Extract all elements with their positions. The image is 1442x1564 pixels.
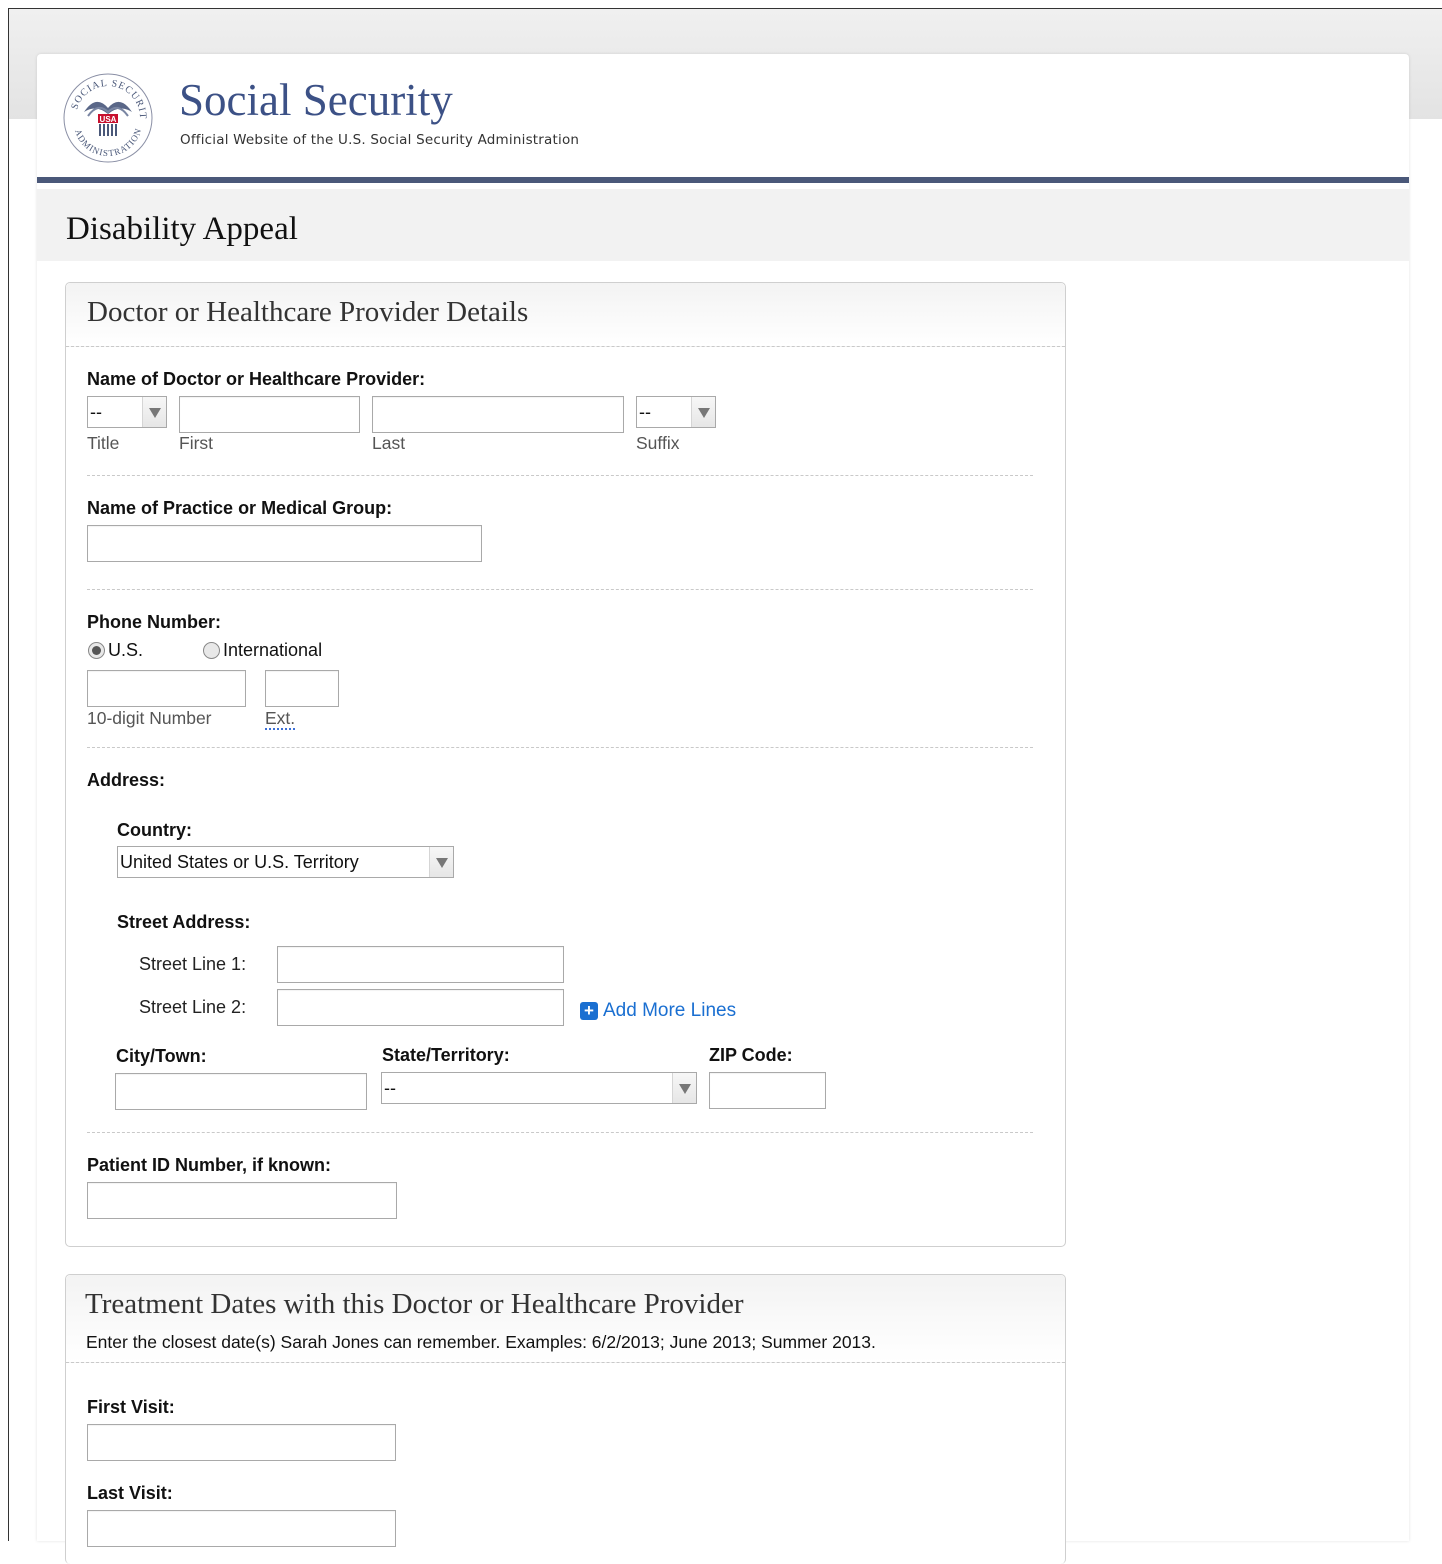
plus-icon: + — [580, 1002, 598, 1020]
phone-number-hint: 10-digit Number — [87, 708, 212, 728]
title-select-value: -- — [90, 402, 102, 422]
suffix-select[interactable]: -- — [636, 396, 716, 428]
street-line-2-label: Street Line 2: — [139, 997, 247, 1017]
zip-label: ZIP Code: — [709, 1045, 793, 1065]
provider-details-panel: Doctor or Healthcare Provider Details Na… — [65, 282, 1066, 1247]
state-select-value: -- — [384, 1078, 396, 1098]
phone-international-radio[interactable] — [203, 642, 220, 659]
first-name-input[interactable] — [179, 396, 360, 433]
street-address-label: Street Address: — [117, 912, 251, 932]
first-visit-input[interactable] — [87, 1424, 396, 1461]
phone-number-input[interactable] — [87, 670, 246, 707]
suffix-sublabel: Suffix — [636, 433, 680, 453]
site-header: SOCIAL SECURITY ADMINISTRATION USA Socia… — [37, 54, 1409, 183]
treatment-dates-panel: Treatment Dates with this Doctor or Heal… — [65, 1274, 1066, 1564]
practice-label: Name of Practice or Medical Group: — [87, 498, 393, 518]
phone-us-radio[interactable] — [88, 642, 105, 659]
page-container: SOCIAL SECURITY ADMINISTRATION USA Socia… — [37, 54, 1409, 1564]
site-subtitle: Official Website of the U.S. Social Secu… — [180, 132, 580, 148]
practice-input[interactable] — [87, 525, 482, 562]
page-title-bar: Disability Appeal — [37, 189, 1409, 261]
page-title: Disability Appeal — [66, 211, 298, 247]
phone-international-radio-label[interactable]: International — [223, 640, 322, 661]
last-visit-input[interactable] — [87, 1510, 396, 1547]
provider-details-header: Doctor or Healthcare Provider Details — [66, 283, 1065, 347]
chevron-down-icon — [691, 397, 715, 427]
provider-name-label: Name of Doctor or Healthcare Provider: — [87, 369, 426, 389]
city-input[interactable] — [115, 1073, 367, 1110]
street-line-2-input[interactable] — [277, 989, 564, 1026]
phone-ext-hint: Ext. — [265, 708, 296, 730]
last-visit-label: Last Visit: — [87, 1483, 173, 1503]
provider-details-title: Doctor or Healthcare Provider Details — [87, 296, 529, 328]
street-line-1-input[interactable] — [277, 946, 564, 983]
svg-text:USA: USA — [100, 115, 117, 124]
patient-id-label: Patient ID Number, if known: — [87, 1155, 332, 1175]
section-divider — [87, 475, 1033, 476]
treatment-dates-title: Treatment Dates with this Doctor or Heal… — [85, 1288, 744, 1320]
country-select-value: United States or U.S. Territory — [120, 852, 359, 872]
title-select[interactable]: -- — [87, 396, 167, 428]
chevron-down-icon — [142, 397, 166, 427]
add-more-lines-label: Add More Lines — [603, 1000, 737, 1021]
zip-input[interactable] — [709, 1072, 826, 1109]
country-label: Country: — [117, 820, 192, 840]
address-label: Address: — [87, 770, 166, 790]
title-sublabel: Title — [87, 433, 120, 453]
treatment-dates-description: Enter the closest date(s) Sarah Jones ca… — [86, 1332, 876, 1352]
site-title[interactable]: Social Security — [179, 78, 453, 123]
section-divider — [87, 589, 1033, 590]
country-select[interactable]: United States or U.S. Territory — [117, 846, 454, 878]
phone-ext-input[interactable] — [265, 670, 339, 707]
section-divider — [87, 747, 1033, 748]
last-sublabel: Last — [372, 433, 406, 453]
first-visit-label: First Visit: — [87, 1397, 175, 1417]
ssa-seal-logo[interactable]: SOCIAL SECURITY ADMINISTRATION USA — [62, 72, 154, 164]
add-more-lines-link[interactable]: + Add More Lines — [580, 1000, 736, 1022]
last-name-input[interactable] — [372, 396, 624, 433]
treatment-dates-header: Treatment Dates with this Doctor or Heal… — [66, 1275, 1065, 1363]
phone-label: Phone Number: — [87, 612, 222, 632]
street-line-1-label: Street Line 1: — [139, 954, 247, 974]
patient-id-input[interactable] — [87, 1182, 397, 1219]
state-label: State/Territory: — [382, 1045, 510, 1065]
section-divider — [87, 1132, 1033, 1133]
phone-us-radio-label[interactable]: U.S. — [108, 640, 143, 661]
city-label: City/Town: — [116, 1046, 207, 1066]
first-sublabel: First — [179, 433, 214, 453]
chevron-down-icon — [429, 847, 453, 877]
state-select[interactable]: -- — [381, 1072, 697, 1104]
chevron-down-icon — [672, 1073, 696, 1103]
ext-abbreviation[interactable]: Ext. — [265, 708, 296, 730]
suffix-select-value: -- — [639, 402, 651, 422]
